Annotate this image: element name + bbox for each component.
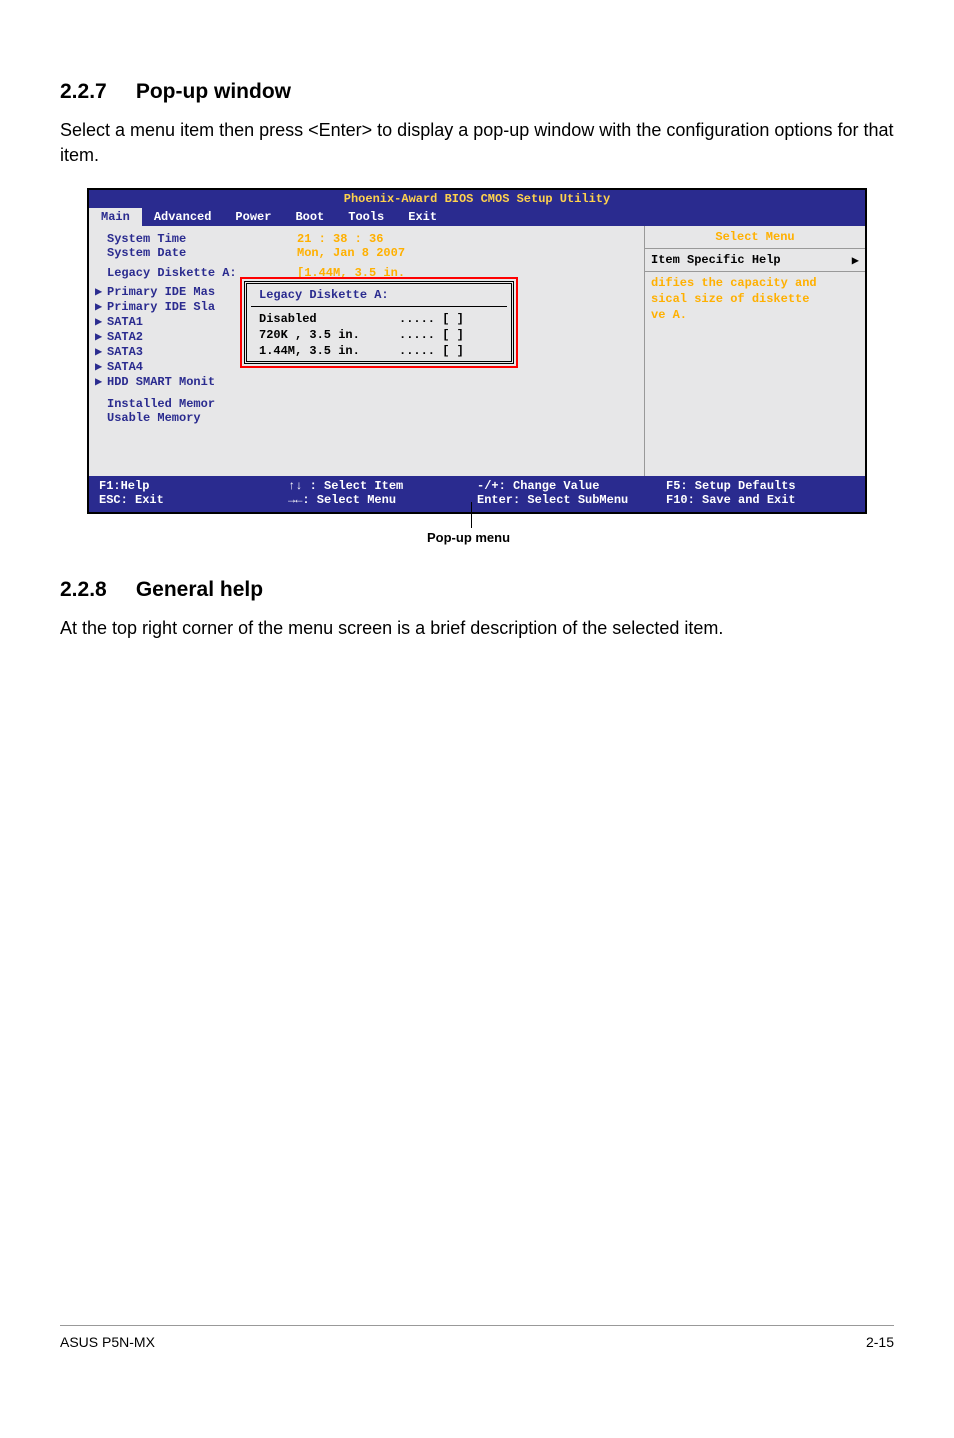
footer-select-menu: →←: Select Menu [288, 493, 477, 507]
footer-save-exit: F10: Save and Exit [666, 493, 855, 507]
popup-option-marker: ..... [ ] [399, 328, 464, 342]
bios-title: Phoenix-Award BIOS CMOS Setup Utility [89, 190, 865, 208]
triangle-icon: ▶ [95, 344, 107, 359]
tab-boot[interactable]: Boot [283, 208, 336, 226]
legacy-diskette-label[interactable]: Legacy Diskette A: [107, 266, 297, 280]
section-number: 2.2.8 [60, 578, 130, 602]
tab-main[interactable]: Main [89, 208, 142, 226]
popup-option-label: 1.44M, 3.5 in. [259, 344, 399, 358]
tab-advanced[interactable]: Advanced [142, 208, 224, 226]
footer-help: F1:Help [99, 479, 288, 493]
item-specific-help-head: Item Specific Help ▶ [645, 249, 865, 272]
triangle-icon: ▶ [95, 314, 107, 329]
list-item[interactable]: SATA1 [107, 315, 143, 329]
popup-window: Legacy Diskette A: Disabled ..... [ ] 72… [244, 281, 514, 364]
section-title: Pop-up window [136, 80, 291, 103]
triangle-icon: ▶ [95, 284, 107, 299]
triangle-icon: ▶ [95, 299, 107, 314]
popup-title: Legacy Diskette A: [247, 286, 511, 306]
popup-option[interactable]: 720K , 3.5 in. ..... [ ] [247, 327, 511, 343]
list-item[interactable]: SATA2 [107, 330, 143, 344]
help-body: difies the capacity and sical size of di… [645, 272, 865, 327]
list-item[interactable]: HDD SMART Monit [107, 375, 215, 389]
system-time-value[interactable]: 21 : 38 : 36 [297, 232, 383, 246]
triangle-right-icon: ▶ [852, 253, 859, 268]
system-date-label: System Date [107, 246, 297, 260]
footer-select-submenu: Enter: Select SubMenu [477, 493, 666, 507]
footer-exit: ESC: Exit [99, 493, 288, 507]
popup-divider [251, 306, 507, 307]
bios-menubar: Main Advanced Power Boot Tools Exit [89, 208, 865, 226]
popup-option[interactable]: 1.44M, 3.5 in. ..... [ ] [247, 343, 511, 359]
popup-option-label: Disabled [259, 312, 399, 326]
system-date-value[interactable]: Mon, Jan 8 2007 [297, 246, 405, 260]
section-title: General help [136, 578, 263, 601]
triangle-icon: ▶ [95, 359, 107, 374]
bios-right-pane: Select Menu Item Specific Help ▶ difies t… [645, 226, 865, 476]
installed-memory: Installed Memor [107, 397, 215, 411]
triangle-icon: ▶ [95, 329, 107, 344]
callout-label: Pop-up menu [427, 530, 510, 545]
help-head-text: Item Specific Help [651, 253, 781, 267]
bios-footer: F1:Help ↑↓ : Select Item -/+: Change Val… [89, 476, 865, 512]
callout-line [471, 502, 472, 528]
bios-left-pane: System Time 21 : 38 : 36 System Date Mon… [89, 226, 645, 476]
footer-page-number: 2-15 [866, 1334, 894, 1350]
help-line: difies the capacity and [651, 276, 859, 292]
section-paragraph: Select a menu item then press <Enter> to… [60, 118, 894, 168]
list-item[interactable]: Primary IDE Mas [107, 285, 215, 299]
popup-option-marker: ..... [ ] [399, 344, 464, 358]
select-menu-title: Select Menu [645, 226, 865, 249]
triangle-icon: ▶ [95, 374, 107, 389]
footer-change-value-text: -/+: Change Value [477, 479, 599, 493]
footer-select-submenu-text: Enter: Select SubMenu [477, 493, 628, 507]
popup-option-label: 720K , 3.5 in. [259, 328, 399, 342]
tab-exit[interactable]: Exit [396, 208, 449, 226]
popup-option[interactable]: Disabled ..... [ ] [247, 311, 511, 327]
usable-memory: Usable Memory [107, 411, 201, 425]
section-number: 2.2.7 [60, 80, 130, 104]
list-item[interactable]: SATA4 [107, 360, 143, 374]
system-time-label: System Time [107, 232, 297, 246]
footer-change-value: -/+: Change Value [477, 479, 666, 493]
list-item[interactable]: Primary IDE Sla [107, 300, 215, 314]
help-line: ve A. [651, 308, 859, 324]
help-line: sical size of diskette [651, 292, 859, 308]
page-footer: ASUS P5N-MX 2-15 [60, 1325, 894, 1350]
list-item[interactable]: SATA3 [107, 345, 143, 359]
section-paragraph: At the top right corner of the menu scre… [60, 616, 894, 641]
popup-option-marker: ..... [ ] [399, 312, 464, 326]
callout: Pop-up menu [87, 518, 867, 558]
bios-screenshot: Phoenix-Award BIOS CMOS Setup Utility Ma… [87, 188, 867, 514]
footer-setup-defaults: F5: Setup Defaults [666, 479, 855, 493]
tab-tools[interactable]: Tools [336, 208, 396, 226]
section-heading-general-help: 2.2.8 General help [60, 578, 894, 602]
footer-select-item: ↑↓ : Select Item [288, 479, 477, 493]
footer-product: ASUS P5N-MX [60, 1334, 155, 1350]
tab-power[interactable]: Power [223, 208, 283, 226]
legacy-diskette-value[interactable]: [1.44M, 3.5 in. [297, 266, 405, 280]
section-heading-popup: 2.2.7 Pop-up window [60, 80, 894, 104]
